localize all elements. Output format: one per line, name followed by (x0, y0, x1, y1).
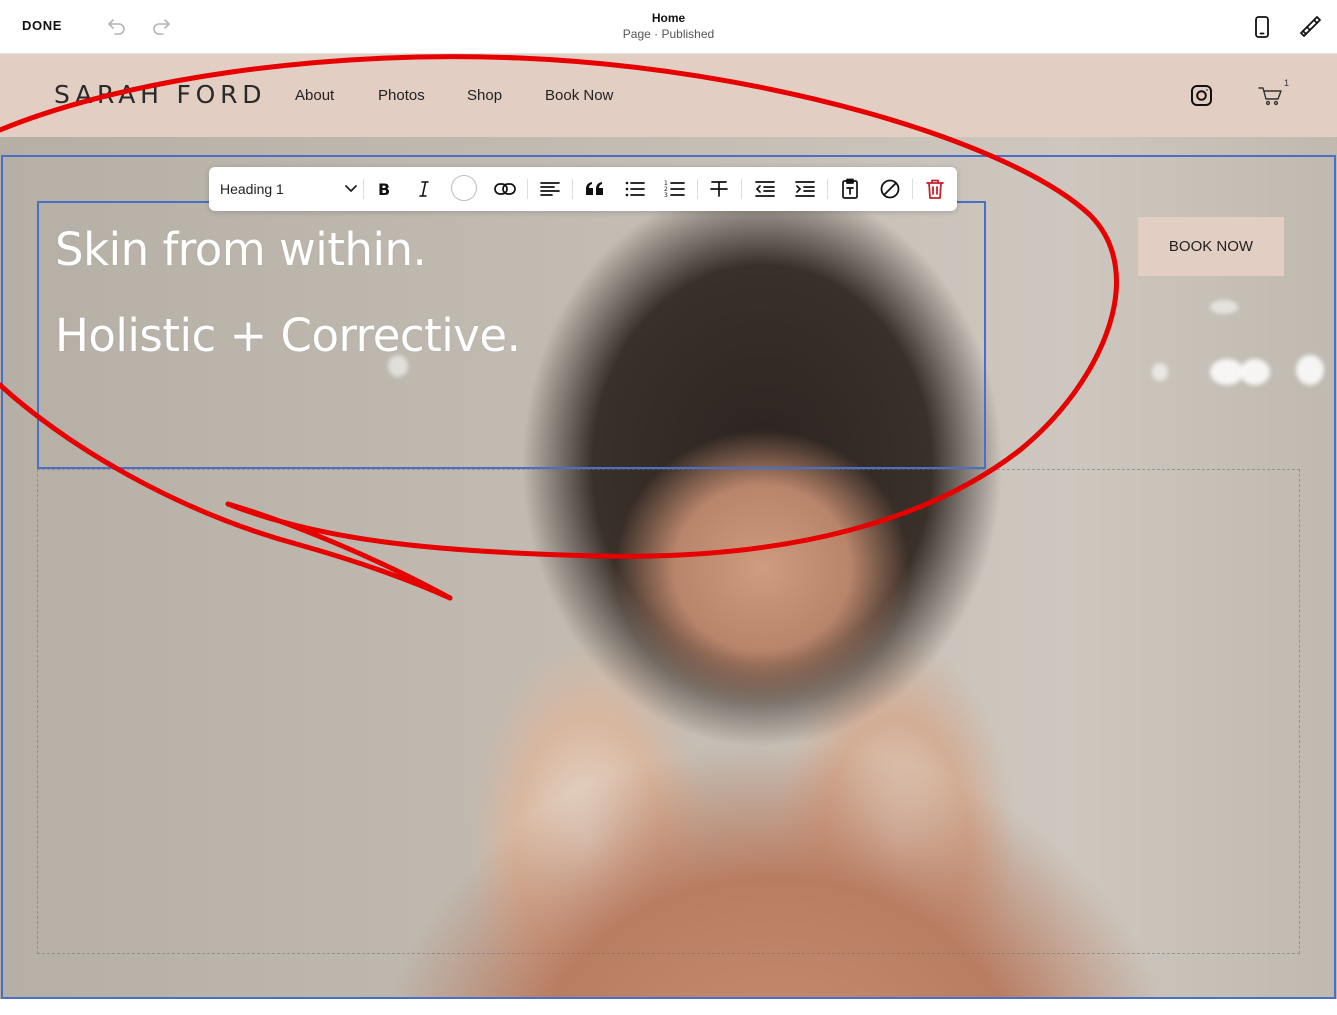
site-styles-brush-icon[interactable] (1297, 14, 1323, 40)
align-left-icon[interactable] (538, 177, 562, 201)
blockquote-icon[interactable] (583, 177, 607, 201)
instagram-icon[interactable] (1190, 84, 1213, 107)
page-status: Page · Published (622, 27, 715, 41)
nav-link-shop[interactable]: Shop (467, 87, 502, 104)
page-info[interactable]: Home Page · Published (0, 11, 1337, 43)
bold-icon[interactable]: B (372, 177, 396, 201)
bokeh-light (1296, 355, 1324, 385)
link-icon[interactable] (493, 177, 517, 201)
heading-text-block[interactable]: Skin from within. Holistic + Corrective. (37, 201, 986, 469)
outdent-icon[interactable] (753, 177, 777, 201)
chevron-down-icon (344, 181, 358, 195)
bokeh-light (1240, 359, 1270, 385)
toolbar-divider (363, 179, 364, 199)
heading-line-1[interactable]: Skin from within. (55, 223, 427, 276)
cart-count-badge: 1 (1284, 78, 1290, 88)
toolbar-divider (697, 179, 698, 199)
svg-text:3: 3 (664, 192, 668, 199)
strikethrough-icon[interactable] (707, 177, 731, 201)
nav-link-photos[interactable]: Photos (378, 87, 425, 104)
nav-link-about[interactable]: About (295, 87, 334, 104)
page-title: Home (651, 11, 686, 25)
hero-book-now-button[interactable]: BOOK NOW (1138, 217, 1284, 276)
toolbar-divider (827, 179, 828, 199)
numbered-list-icon[interactable]: 123 (663, 177, 687, 201)
toolbar-divider (527, 179, 528, 199)
toolbar-divider (572, 179, 573, 199)
site-logo[interactable]: SARAH FORD (54, 80, 266, 109)
page-bottom-strip (0, 999, 1337, 1015)
cart-icon[interactable] (1257, 82, 1287, 108)
text-style-label: Heading 1 (220, 181, 284, 197)
text-style-select[interactable]: Heading 1 (220, 177, 358, 201)
indent-icon[interactable] (793, 177, 817, 201)
clear-formatting-icon[interactable] (878, 177, 902, 201)
bulleted-list-icon[interactable] (623, 177, 647, 201)
delete-trash-icon[interactable] (923, 177, 947, 201)
editor-top-bar: DONE Home Page · Published (0, 0, 1337, 54)
mobile-preview-icon[interactable] (1251, 15, 1273, 39)
nav-link-book-now[interactable]: Book Now (545, 87, 613, 104)
site-header: SARAH FORD About Photos Shop Book Now 1 (0, 54, 1337, 137)
heading-line-2[interactable]: Holistic + Corrective. (55, 309, 521, 362)
paste-plain-text-icon[interactable] (838, 177, 862, 201)
bokeh-light (1152, 363, 1168, 381)
italic-icon[interactable] (412, 177, 436, 201)
bokeh-light (1210, 359, 1244, 385)
text-formatting-toolbar: Heading 1 B 123 (209, 167, 957, 211)
text-color-swatch[interactable] (451, 175, 477, 201)
toolbar-divider (912, 179, 913, 199)
bokeh-light (1210, 300, 1238, 314)
svg-text:B: B (378, 180, 390, 199)
toolbar-divider (741, 179, 742, 199)
